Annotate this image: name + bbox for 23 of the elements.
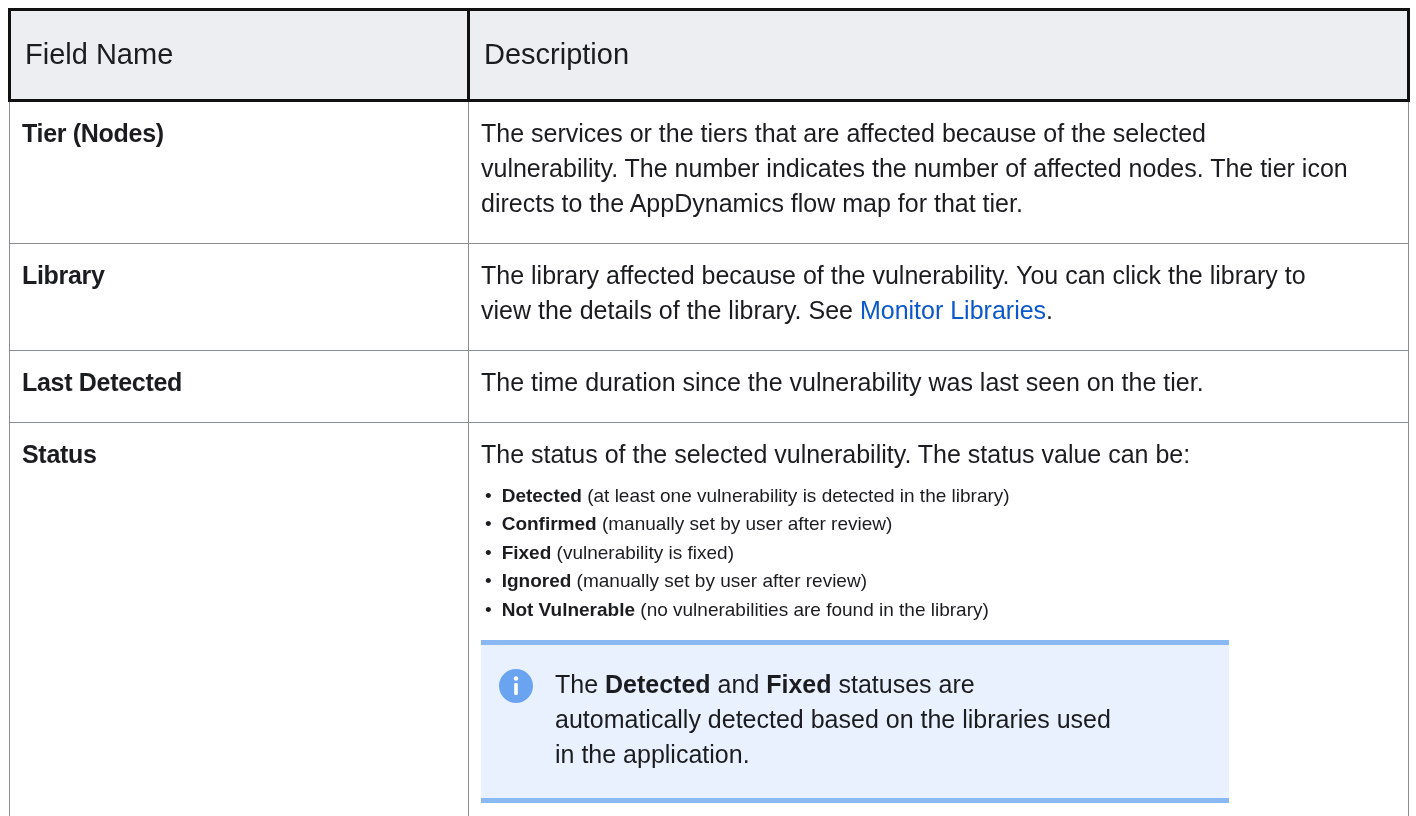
description-text: The library affected because of the vulnerability. You can click the library to view the details of the library. See Monitor Libraries.	[481, 259, 1307, 326]
list-item: Confirmed (manually set by user after review)	[501, 512, 893, 536]
column-header: Description	[468, 9, 1409, 100]
field-name: Last Detected	[22, 367, 183, 396]
link[interactable]: Monitor Libraries	[859, 295, 1047, 324]
bullet-mark: •	[485, 569, 492, 593]
bullet-mark: •	[485, 512, 492, 536]
bullet-mark: •	[485, 483, 492, 508]
bullet-mark: •	[485, 540, 492, 565]
field-name: Library	[22, 260, 105, 289]
list-item: Fixed (vulnerability is fixed)	[501, 540, 734, 565]
description-text: The time duration since the vulnerability was last seen on the tier.	[481, 366, 1205, 398]
bullet-mark: •	[485, 597, 492, 622]
column-header: Field Name	[9, 9, 469, 100]
field-name: Tier (Nodes)	[22, 118, 164, 147]
list-item: Detected (at least one vulnerability is detected in the library)	[501, 483, 1010, 508]
description-text: The services or the tiers that are affected because of the selected vulnerability. The number indicates the number of affected nodes. The tier icon directs to the AppDynamics flow map for that tier.	[481, 117, 1348, 219]
note-text: The Detected and Fixed statuses are automatically detected based on the libraries used in the application.	[555, 669, 1112, 770]
list-item: Not Vulnerable (no vulnerabilities are found in the library)	[501, 597, 989, 622]
description-text: The status of the selected vulnerability. The status value can be:	[481, 438, 1192, 470]
field-name: Status	[22, 439, 97, 468]
list-item: Ignored (manually set by user after review)	[501, 569, 867, 593]
info-icon	[499, 669, 533, 703]
